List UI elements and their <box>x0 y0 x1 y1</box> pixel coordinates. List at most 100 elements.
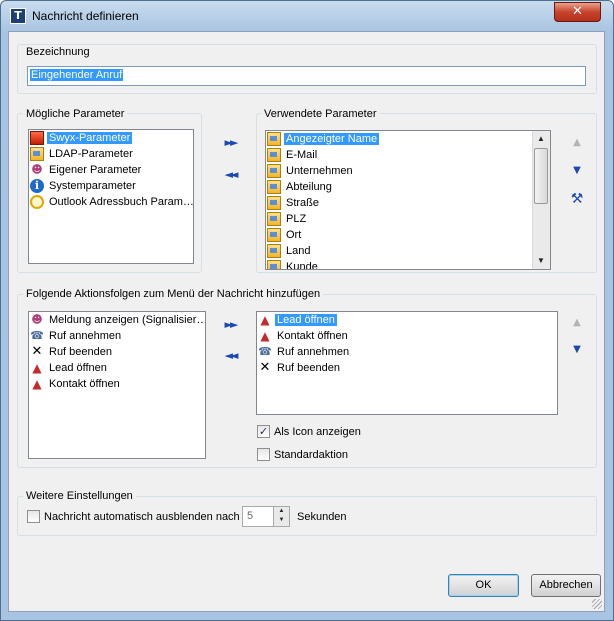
list-item-label: Systemparameter <box>49 180 136 192</box>
list-item-label: Lead öffnen <box>49 362 107 374</box>
list-item[interactable]: ▲ Lead öffnen <box>29 360 205 376</box>
list-item[interactable]: PLZ <box>266 211 550 227</box>
document-icon <box>267 132 281 146</box>
x-icon: ✕ <box>259 360 271 375</box>
bezeichnung-value: Eingehender Anruf <box>30 69 124 81</box>
list-item-label: Ruf beenden <box>49 346 112 358</box>
remove-action-button[interactable]: ◄◄ <box>222 349 239 363</box>
lead-icon: ▲ <box>32 361 42 375</box>
list-item-label: Kunde <box>286 261 318 270</box>
als-icon-checkbox-box[interactable]: ✓ <box>257 425 270 438</box>
people-icon: ☻ <box>31 163 43 176</box>
list-item-label: Abteilung <box>286 181 332 193</box>
scroll-down-icon[interactable]: ▼ <box>533 253 549 269</box>
app-icon: T <box>10 8 26 24</box>
weitere-label: Weitere Einstellungen <box>23 490 136 502</box>
stepper-up-icon[interactable]: ▲ <box>274 507 289 516</box>
move-down-icon[interactable]: ▼ <box>570 165 584 177</box>
document-icon <box>267 148 281 162</box>
list-item[interactable]: ✕ Ruf beenden <box>257 360 557 376</box>
list-item[interactable]: ☎ Ruf annehmen <box>257 344 557 360</box>
auto-hide-checkbox-box[interactable] <box>27 510 40 523</box>
aktionsfolgen-label: Folgende Aktionsfolgen zum Menü der Nach… <box>23 288 324 300</box>
dialog-window: T Nachricht definieren ✕ Bezeichnung Ein… <box>0 0 614 621</box>
scroll-thumb[interactable] <box>534 148 548 204</box>
list-item[interactable]: ☎ Ruf annehmen <box>29 328 205 344</box>
resize-grip-icon[interactable] <box>592 599 602 609</box>
bezeichnung-label: Bezeichnung <box>23 46 93 58</box>
standardaktion-checkbox[interactable]: Standardaktion <box>257 448 348 461</box>
list-item-label: E-Mail <box>286 149 318 161</box>
swyx-icon <box>30 131 44 145</box>
dialog-client-area: Bezeichnung Eingehender Anruf Mögliche P… <box>8 31 605 612</box>
list-item[interactable]: ▲ Lead öffnen <box>257 312 557 328</box>
list-item[interactable]: ✕ Ruf beenden <box>29 344 205 360</box>
list-item-label: Unternehmen <box>286 165 353 177</box>
document-icon <box>267 212 281 226</box>
phone-icon: ☎ <box>30 329 44 342</box>
add-action-button[interactable]: ►► <box>222 318 239 332</box>
seconds-unit-label: Sekunden <box>297 511 347 523</box>
action-move-up-icon[interactable]: ▲ <box>570 317 584 329</box>
vertical-scrollbar[interactable]: ▲ ▼ <box>532 131 550 269</box>
lead-icon: ▲ <box>260 329 270 343</box>
window-title: Nachricht definieren <box>32 9 139 23</box>
list-item[interactable]: Land <box>266 243 550 259</box>
auto-hide-label: Nachricht automatisch ausblenden nach <box>44 510 240 523</box>
list-item[interactable]: Ort <box>266 227 550 243</box>
move-up-icon[interactable]: ▲ <box>570 137 584 149</box>
seconds-stepper[interactable]: 5 ▲ ▼ <box>242 506 290 527</box>
list-item[interactable]: Kunde <box>266 259 550 270</box>
list-item-label: Kontakt öffnen <box>277 330 348 342</box>
list-item[interactable]: i Systemparameter <box>29 178 193 194</box>
list-item-label: Lead öffnen <box>275 314 337 326</box>
document-icon <box>267 228 281 242</box>
als-icon-label: Als Icon anzeigen <box>274 425 361 438</box>
document-icon <box>267 196 281 210</box>
document-icon <box>267 164 281 178</box>
list-item-label: Land <box>286 245 311 257</box>
list-item-label: Eigener Parameter <box>49 164 142 176</box>
selected-actions-list[interactable]: ▲ Lead öffnen ▲ Kontakt öffnen ☎ Ruf annehm… <box>256 311 558 415</box>
stepper-down-icon[interactable]: ▼ <box>274 516 289 525</box>
list-item[interactable]: Unternehmen <box>266 163 550 179</box>
list-item[interactable]: ☻ Meldung anzeigen (Signalisier… <box>29 312 205 328</box>
cancel-button[interactable]: Abbrechen <box>531 574 601 597</box>
standardaktion-checkbox-box[interactable] <box>257 448 270 461</box>
title-bar[interactable]: T Nachricht definieren ✕ <box>1 1 613 31</box>
ok-button[interactable]: OK <box>448 574 519 597</box>
list-item[interactable]: Angezeigter Name <box>266 131 550 147</box>
list-item-label: Swyx-Parameter <box>47 132 133 144</box>
list-item[interactable]: LDAP-Parameter <box>29 146 193 162</box>
stepper-buttons[interactable]: ▲ ▼ <box>273 507 289 526</box>
moegliche-parameter-label: Mögliche Parameter <box>23 108 128 120</box>
close-button[interactable]: ✕ <box>554 2 601 22</box>
scroll-up-icon[interactable]: ▲ <box>533 131 549 147</box>
remove-parameter-button[interactable]: ◄◄ <box>222 168 239 182</box>
list-item[interactable]: Abteilung <box>266 179 550 195</box>
lead-icon: ▲ <box>32 377 42 391</box>
seconds-value: 5 <box>247 510 254 522</box>
als-icon-checkbox[interactable]: ✓ Als Icon anzeigen <box>257 425 361 438</box>
bezeichnung-input[interactable]: Eingehender Anruf <box>27 66 586 86</box>
clock-icon <box>30 195 44 209</box>
list-item[interactable]: Swyx-Parameter <box>29 130 193 146</box>
list-item[interactable]: Outlook Adressbuch Param… <box>29 194 193 210</box>
list-item[interactable]: ☻ Eigener Parameter <box>29 162 193 178</box>
tools-icon[interactable]: ⚒ <box>569 191 585 207</box>
list-item-label: Outlook Adressbuch Param… <box>49 196 193 208</box>
document-icon <box>267 260 281 269</box>
standardaktion-label: Standardaktion <box>274 448 348 461</box>
list-item[interactable]: ▲ Kontakt öffnen <box>29 376 205 392</box>
list-item-label: Kontakt öffnen <box>49 378 120 390</box>
add-parameter-button[interactable]: ►► <box>222 136 239 150</box>
list-item[interactable]: ▲ Kontakt öffnen <box>257 328 557 344</box>
auto-hide-checkbox[interactable]: Nachricht automatisch ausblenden nach <box>27 510 240 523</box>
verwendete-parameter-list[interactable]: Angezeigter Name E-Mail Unternehmen Abte… <box>265 130 551 270</box>
list-item[interactable]: Straße <box>266 195 550 211</box>
action-move-down-icon[interactable]: ▼ <box>570 344 584 356</box>
list-item[interactable]: E-Mail <box>266 147 550 163</box>
available-actions-list[interactable]: ☻ Meldung anzeigen (Signalisier… ☎ Ruf ann… <box>28 311 206 459</box>
moegliche-parameter-list[interactable]: Swyx-Parameter LDAP-Parameter ☻ Eigener … <box>28 129 194 264</box>
list-item-label: Ruf annehmen <box>277 346 350 358</box>
